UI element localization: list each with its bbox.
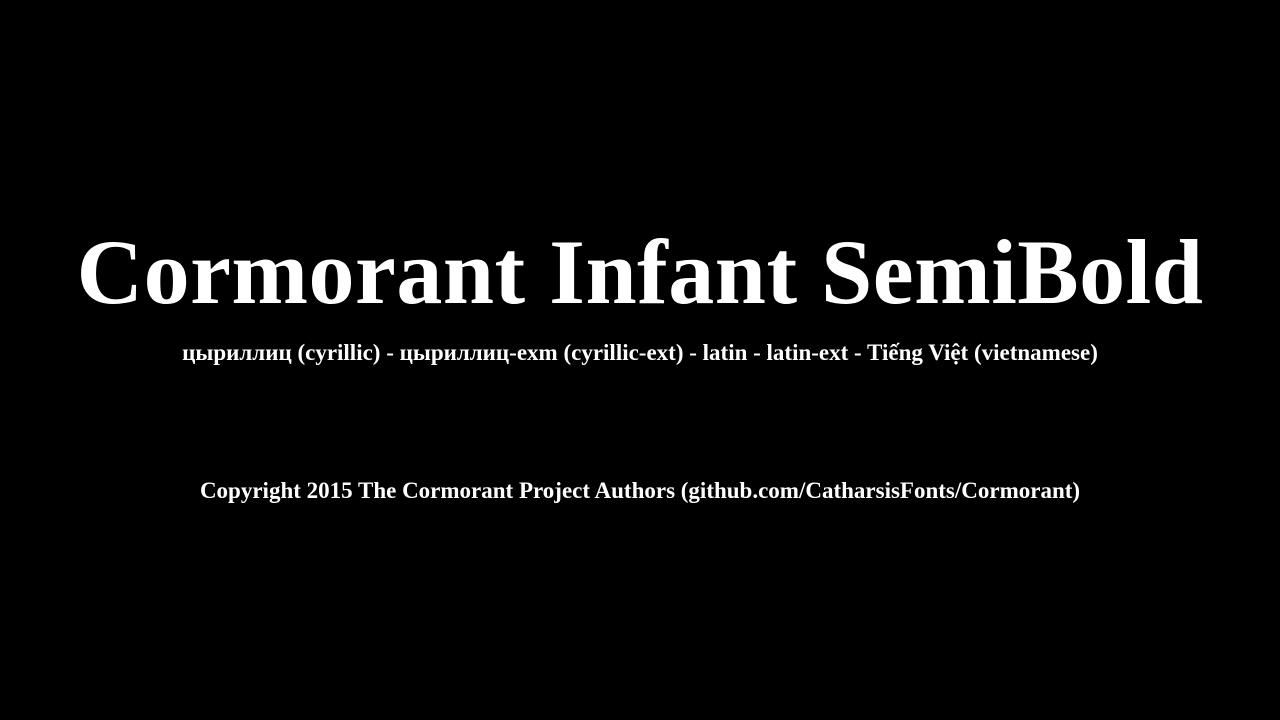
- supported-scripts: цыриллиц (cyrillic) - цыриллиц-exm (cyri…: [182, 340, 1098, 365]
- copyright-notice: Copyright 2015 The Cormorant Project Aut…: [199, 478, 1081, 503]
- font-name-title: Cormorant Infant SemiBold: [76, 221, 1204, 323]
